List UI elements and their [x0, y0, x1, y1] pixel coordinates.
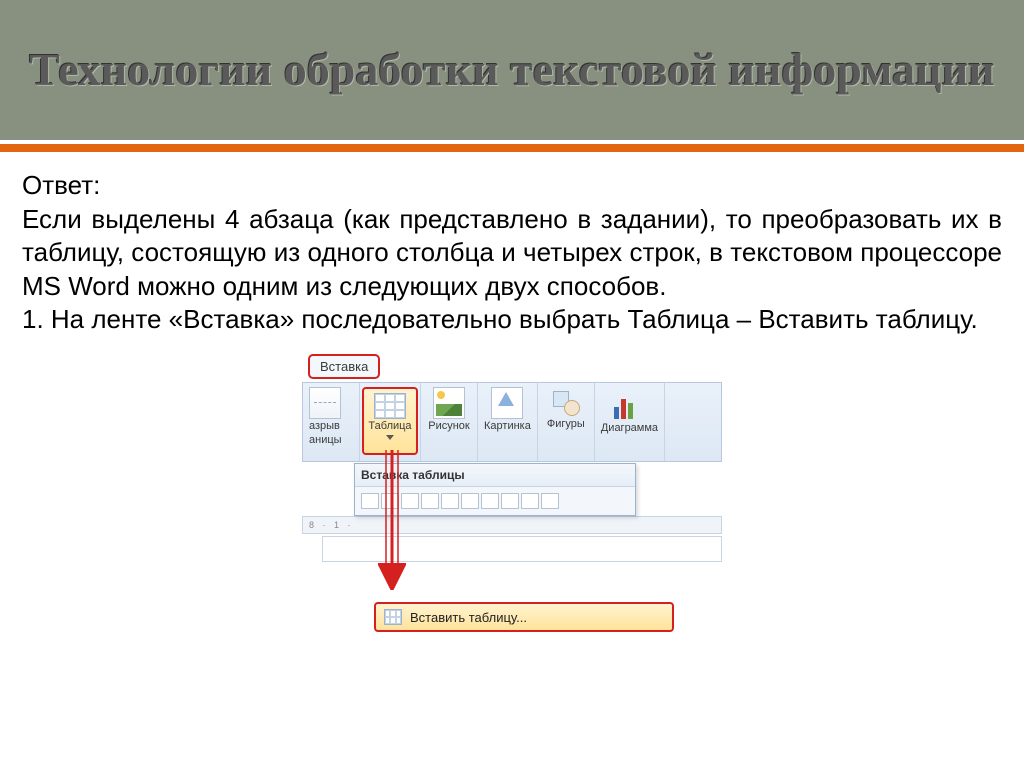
ribbon-clipart[interactable]: Картинка	[478, 383, 538, 461]
chart-icon	[612, 387, 646, 421]
clipart-icon	[491, 387, 523, 419]
shapes-label: Фигуры	[547, 419, 585, 431]
ribbon-chart[interactable]: Диаграмма	[595, 383, 665, 461]
clipart-label: Картинка	[484, 421, 531, 433]
ribbon-page-break[interactable]: азрыв аницы	[303, 383, 360, 461]
table-grid-preview[interactable]	[355, 487, 635, 515]
page-break-icon	[309, 387, 341, 419]
table-icon	[374, 393, 406, 419]
table-button[interactable]: Таблица	[362, 387, 418, 455]
divider-bar	[0, 140, 1024, 152]
chevron-down-icon	[386, 435, 394, 440]
slide-title: Технологии обработки текстовой информаци…	[29, 45, 994, 96]
answer-label: Ответ:	[22, 170, 1002, 201]
table-label: Таблица	[368, 421, 411, 433]
ribbon: азрыв аницы Таблица Рисунок Картинка	[302, 382, 722, 462]
page-break-label-1: азрыв	[309, 421, 340, 433]
ribbon-tab-insert[interactable]: Вставка	[308, 354, 380, 379]
picture-icon	[433, 387, 465, 419]
shapes-icon	[551, 387, 581, 417]
chart-label: Диаграмма	[601, 423, 658, 435]
word-screenshot: Вставка азрыв аницы Таблица Рисунок	[302, 354, 722, 632]
insert-table-menu-item[interactable]: Вставить таблицу...	[374, 602, 674, 632]
ribbon-table-group: Таблица	[360, 383, 421, 461]
answer-paragraph-1: Если выделены 4 абзаца (как представлено…	[22, 203, 1002, 303]
slide-content: Ответ: Если выделены 4 абзаца (как предс…	[0, 152, 1024, 642]
ribbon-shapes[interactable]: Фигуры	[538, 383, 595, 461]
slide-header: Технологии обработки текстовой информаци…	[0, 0, 1024, 140]
answer-paragraph-2: 1. На ленте «Вставка» последовательно вы…	[22, 303, 1002, 336]
ruler: 8 · 1 ·	[302, 516, 722, 534]
page-break-label-2: аницы	[309, 435, 342, 447]
table-dropdown: Вставка таблицы	[354, 463, 636, 516]
dropdown-title: Вставка таблицы	[355, 464, 635, 487]
document-area	[322, 536, 722, 562]
picture-label: Рисунок	[428, 421, 470, 433]
table-mini-icon	[384, 609, 402, 625]
ribbon-picture[interactable]: Рисунок	[421, 383, 478, 461]
insert-table-label: Вставить таблицу...	[410, 610, 527, 625]
